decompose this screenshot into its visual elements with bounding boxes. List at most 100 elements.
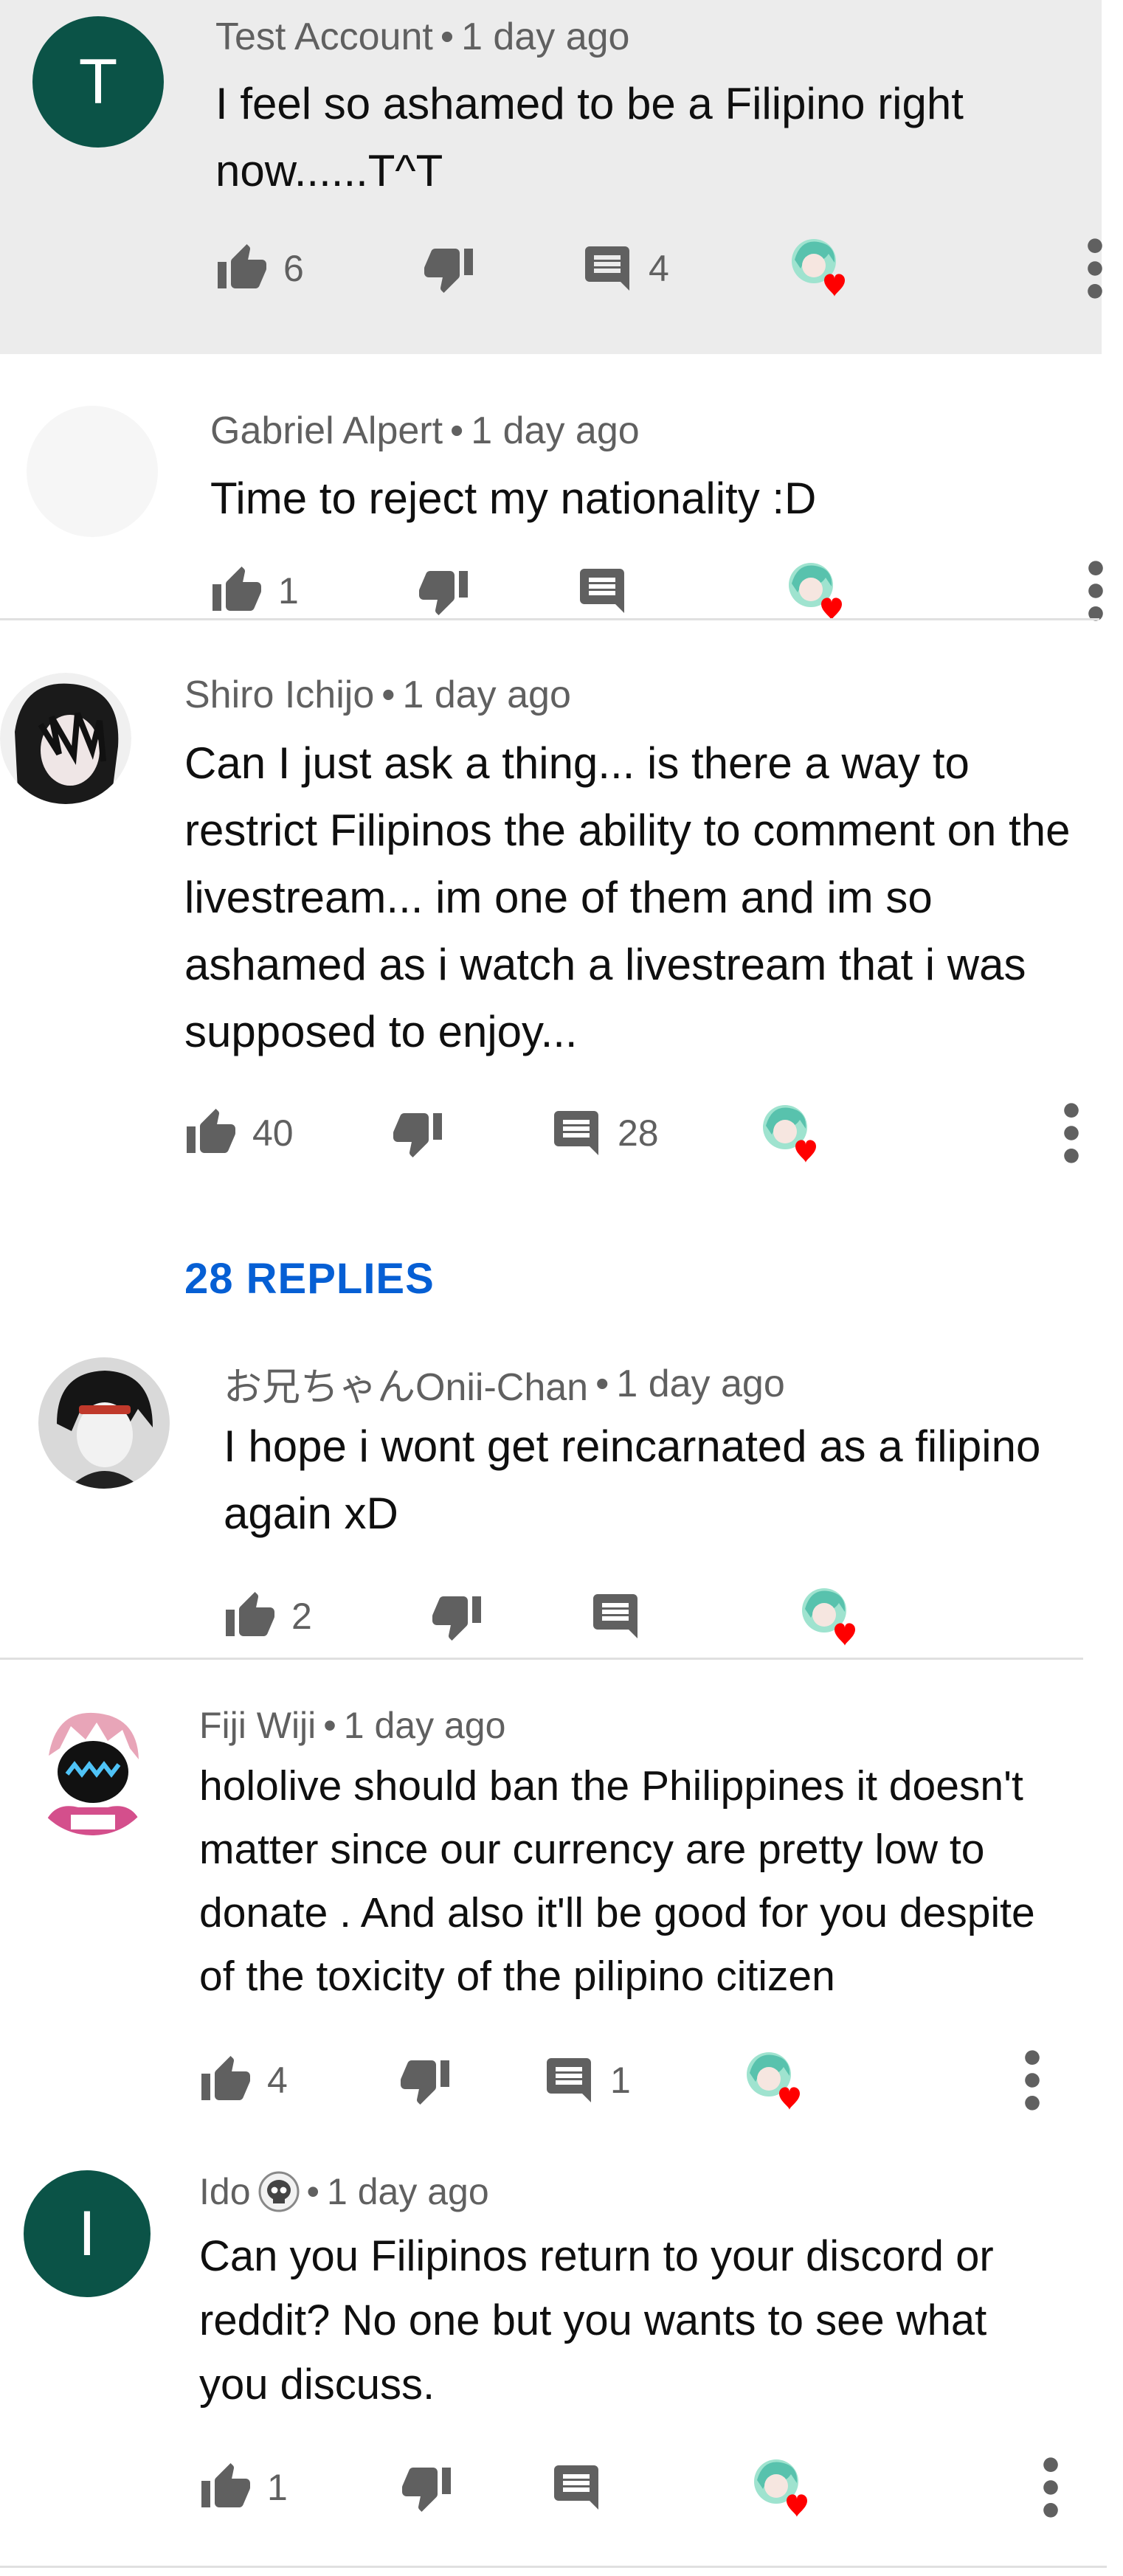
comment-text: I feel so ashamed to be a Filipino right… [215, 79, 964, 195]
avatar-image [38, 1357, 170, 1489]
divider [0, 2566, 1107, 2568]
creator-heart-icon [789, 236, 851, 298]
like-count: 2 [291, 1596, 312, 1637]
comment-icon [550, 1107, 603, 1160]
avatar[interactable] [27, 1704, 158, 1835]
thumb-down-icon [417, 564, 470, 617]
like-count: 4 [267, 2060, 288, 2101]
author-name[interactable]: お兄ちゃんOnii-Chan [224, 1356, 588, 1411]
comment-text: I hope i wont get reincarnated as a fili… [224, 1422, 1041, 1538]
reply-count: 4 [649, 248, 669, 289]
more-vert-icon[interactable] [1086, 238, 1104, 300]
separator: • [450, 409, 464, 452]
avatar[interactable]: I [24, 2170, 151, 2297]
thumb-down-icon [430, 1590, 483, 1643]
like-button[interactable]: 40 [184, 1107, 294, 1160]
comment-item: Fiji Wiji • 1 day ago hololive should ba… [0, 1660, 1123, 2117]
comment-item: Gabriel Alpert • 1 day ago Time to rejec… [0, 354, 1123, 620]
more-vert-icon[interactable] [1062, 1102, 1080, 1164]
timestamp[interactable]: 1 day ago [461, 15, 629, 59]
reply-count: 1 [610, 2060, 631, 2101]
reply-count: 28 [618, 1112, 659, 1154]
timestamp[interactable]: 1 day ago [402, 673, 570, 717]
comment-item: Shiro Ichijo • 1 day ago Can I just ask … [0, 621, 1123, 1270]
comment-icon [550, 2461, 603, 2514]
avatar[interactable] [38, 1357, 170, 1489]
creator-heart-icon [744, 2049, 806, 2111]
like-count: 6 [283, 248, 304, 289]
thumb-down-icon [422, 242, 475, 295]
avatar-image [0, 673, 131, 804]
comment-meta: Gabriel Alpert • 1 day ago [210, 409, 640, 453]
thumb-down-icon [391, 1107, 444, 1160]
divider [0, 618, 1099, 620]
thumb-up-icon [215, 242, 269, 295]
dislike-button[interactable] [422, 242, 475, 295]
dislike-button[interactable] [430, 1590, 483, 1643]
comment-meta: Test Account • 1 day ago [215, 15, 629, 59]
separator: • [381, 674, 395, 716]
dislike-button[interactable] [400, 2461, 453, 2514]
comment-icon [542, 2054, 595, 2107]
avatar[interactable] [27, 406, 158, 537]
separator: • [323, 1705, 336, 1746]
reply-button[interactable] [576, 564, 629, 617]
comment-item: T Test Account • 1 day ago I feel so ash… [0, 0, 1102, 354]
author-name[interactable]: Fiji Wiji [199, 1704, 316, 1747]
timestamp[interactable]: 1 day ago [616, 1362, 784, 1406]
reply-button[interactable] [550, 2461, 603, 2514]
comment-actions: 40 28 [184, 1107, 1099, 1173]
view-replies-link[interactable]: 28 REPLIES [184, 1254, 435, 1303]
avatar[interactable]: T [32, 16, 164, 148]
separator: • [306, 2171, 320, 2212]
author-name[interactable]: Shiro Ichijo [184, 673, 374, 717]
author-name[interactable]: Gabriel Alpert [210, 409, 443, 453]
comment-icon [589, 1590, 642, 1643]
comment-item: I Ido • 1 day ago Can you Filipinos retu… [0, 2125, 1123, 2567]
avatar[interactable] [0, 673, 131, 804]
like-button[interactable]: 1 [199, 2461, 288, 2514]
author-name[interactable]: Test Account [215, 15, 433, 59]
like-button[interactable]: 1 [210, 564, 299, 617]
thumb-up-icon [199, 2054, 252, 2107]
thumb-up-icon [199, 2461, 252, 2514]
comment-icon [581, 242, 634, 295]
like-button[interactable]: 4 [199, 2054, 288, 2107]
author-name[interactable]: Ido [199, 2170, 251, 2213]
member-badge-icon [258, 2171, 300, 2212]
creator-heart-icon [799, 1585, 861, 1647]
more-vert-icon[interactable] [1042, 2456, 1060, 2518]
more-vert-icon[interactable] [1087, 560, 1105, 622]
comment-icon [576, 564, 629, 617]
like-button[interactable]: 6 [215, 242, 304, 295]
avatar-image [27, 1704, 158, 1835]
comment-meta: Ido • 1 day ago [199, 2170, 489, 2213]
creator-heart-icon [751, 2456, 813, 2518]
timestamp[interactable]: 1 day ago [344, 1704, 506, 1747]
dislike-button[interactable] [398, 2054, 452, 2107]
comment-meta: Fiji Wiji • 1 day ago [199, 1704, 505, 1747]
dislike-button[interactable] [391, 1107, 444, 1160]
reply-button[interactable] [589, 1590, 642, 1643]
dislike-button[interactable] [417, 564, 470, 617]
comment-actions: 2 [224, 1590, 1109, 1656]
timestamp[interactable]: 1 day ago [471, 409, 639, 453]
comment-actions: 6 4 [215, 242, 1101, 308]
reply-button[interactable]: 4 [581, 242, 669, 295]
more-vert-icon[interactable] [1023, 2049, 1041, 2111]
comment-actions: 1 [199, 2461, 1085, 2527]
thumb-down-icon [398, 2054, 452, 2107]
reply-button[interactable]: 1 [542, 2054, 631, 2107]
thumb-down-icon [400, 2461, 453, 2514]
avatar-letter: T [78, 46, 118, 117]
comment-text: hololive should ban the Philippines it d… [199, 1762, 1035, 2000]
thumb-up-icon [184, 1107, 238, 1160]
like-button[interactable]: 2 [224, 1590, 312, 1643]
like-count: 1 [267, 2467, 288, 2508]
avatar-letter: I [78, 2198, 96, 2269]
comment-text: Time to reject my nationality :D [210, 474, 817, 523]
reply-button[interactable]: 28 [550, 1107, 659, 1160]
comment-meta: お兄ちゃんOnii-Chan • 1 day ago [224, 1356, 785, 1411]
timestamp[interactable]: 1 day ago [327, 2170, 489, 2213]
like-count: 1 [278, 570, 299, 612]
